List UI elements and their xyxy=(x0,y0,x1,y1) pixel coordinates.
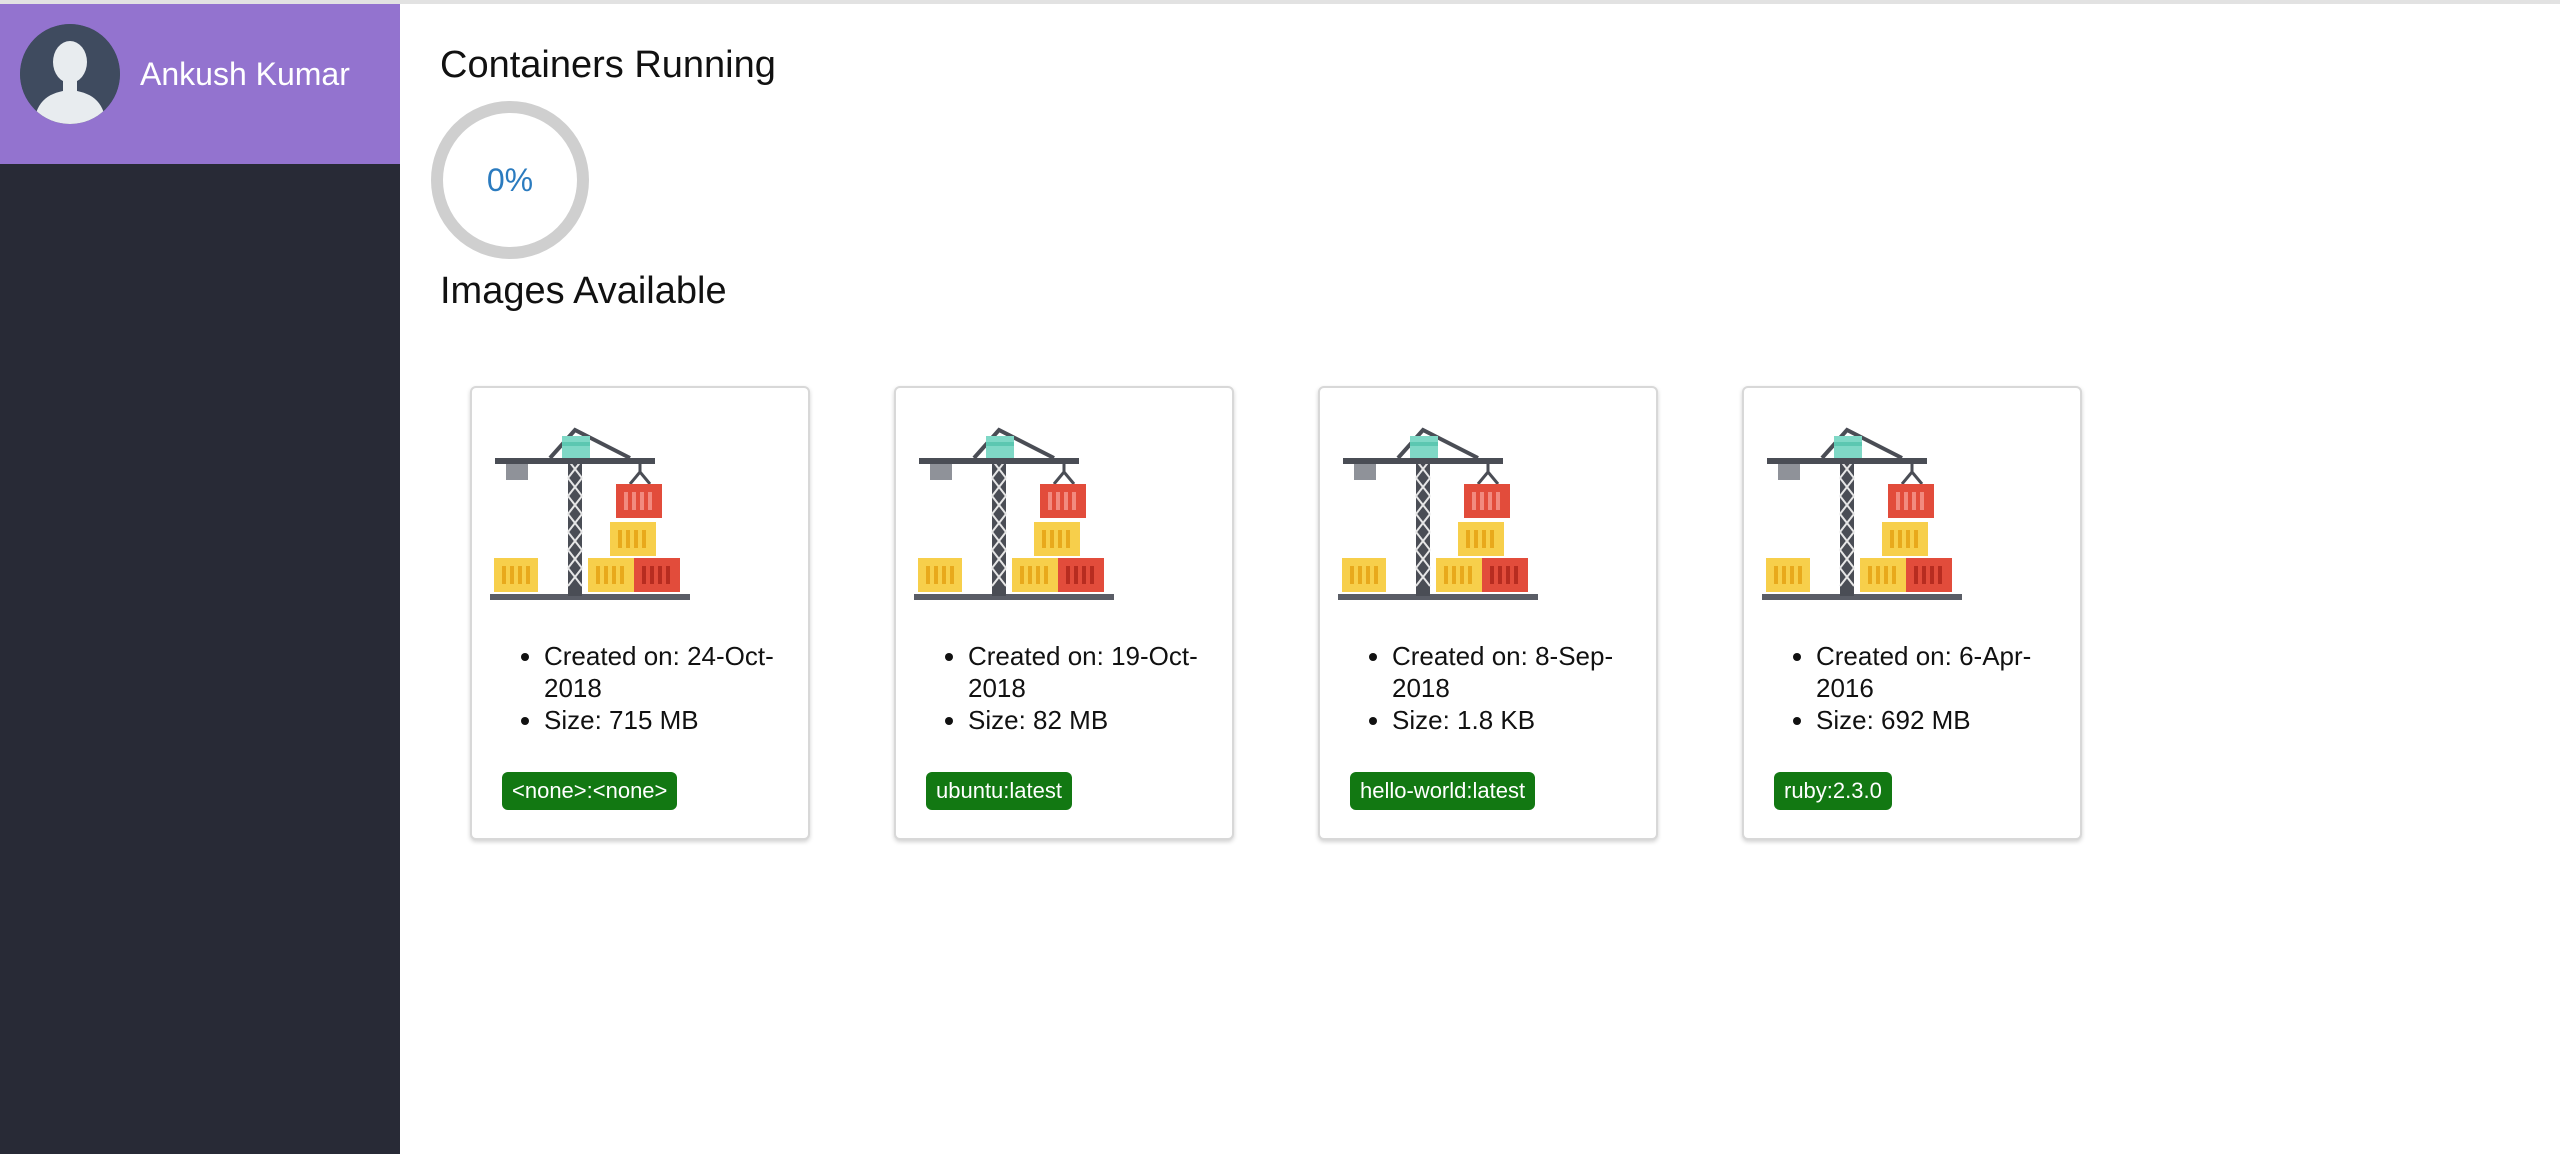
user-avatar-icon xyxy=(20,24,120,124)
crane-containers-icon xyxy=(914,408,1114,608)
image-card[interactable]: Created on: 19-Oct-2018Size: 82 MBubuntu… xyxy=(894,386,1234,840)
crane-containers-icon xyxy=(490,408,690,608)
image-created-date: Created on: 24-Oct-2018 xyxy=(544,640,814,704)
containers-running-gauge: 0% xyxy=(428,98,592,262)
image-created-date: Created on: 19-Oct-2018 xyxy=(968,640,1238,704)
image-card[interactable]: Created on: 6-Apr-2016Size: 692 MBruby:2… xyxy=(1742,386,2082,840)
image-tag-badge[interactable]: ruby:2.3.0 xyxy=(1774,772,1892,810)
crane-containers-icon xyxy=(1338,408,1538,608)
image-details-list: Created on: 24-Oct-2018Size: 715 MB xyxy=(508,640,814,736)
image-size: Size: 82 MB xyxy=(968,704,1238,736)
user-profile[interactable]: Ankush Kumar xyxy=(0,4,400,164)
image-created-date: Created on: 6-Apr-2016 xyxy=(1816,640,2086,704)
image-tag-badge[interactable]: <none>:<none> xyxy=(502,772,678,810)
image-size: Size: 1.8 KB xyxy=(1392,704,1662,736)
gauge-percent-label: 0% xyxy=(486,161,534,198)
image-created-date: Created on: 8-Sep-2018 xyxy=(1392,640,1662,704)
image-details-list: Created on: 19-Oct-2018Size: 82 MB xyxy=(932,640,1238,736)
crane-containers-icon xyxy=(1762,408,1962,608)
image-size: Size: 715 MB xyxy=(544,704,814,736)
image-tag-badge[interactable]: ubuntu:latest xyxy=(926,772,1072,810)
image-tag-badge[interactable]: hello-world:latest xyxy=(1350,772,1536,810)
sidebar: Ankush Kumar xyxy=(0,4,400,1154)
user-name: Ankush Kumar xyxy=(140,56,350,92)
image-size: Size: 692 MB xyxy=(1816,704,2086,736)
image-card[interactable]: Created on: 24-Oct-2018Size: 715 MB<none… xyxy=(470,386,810,840)
image-details-list: Created on: 6-Apr-2016Size: 692 MB xyxy=(1780,640,2086,736)
image-details-list: Created on: 8-Sep-2018Size: 1.8 KB xyxy=(1356,640,1662,736)
image-card[interactable]: Created on: 8-Sep-2018Size: 1.8 KBhello-… xyxy=(1318,386,1658,840)
containers-running-title: Containers Running xyxy=(440,44,776,86)
